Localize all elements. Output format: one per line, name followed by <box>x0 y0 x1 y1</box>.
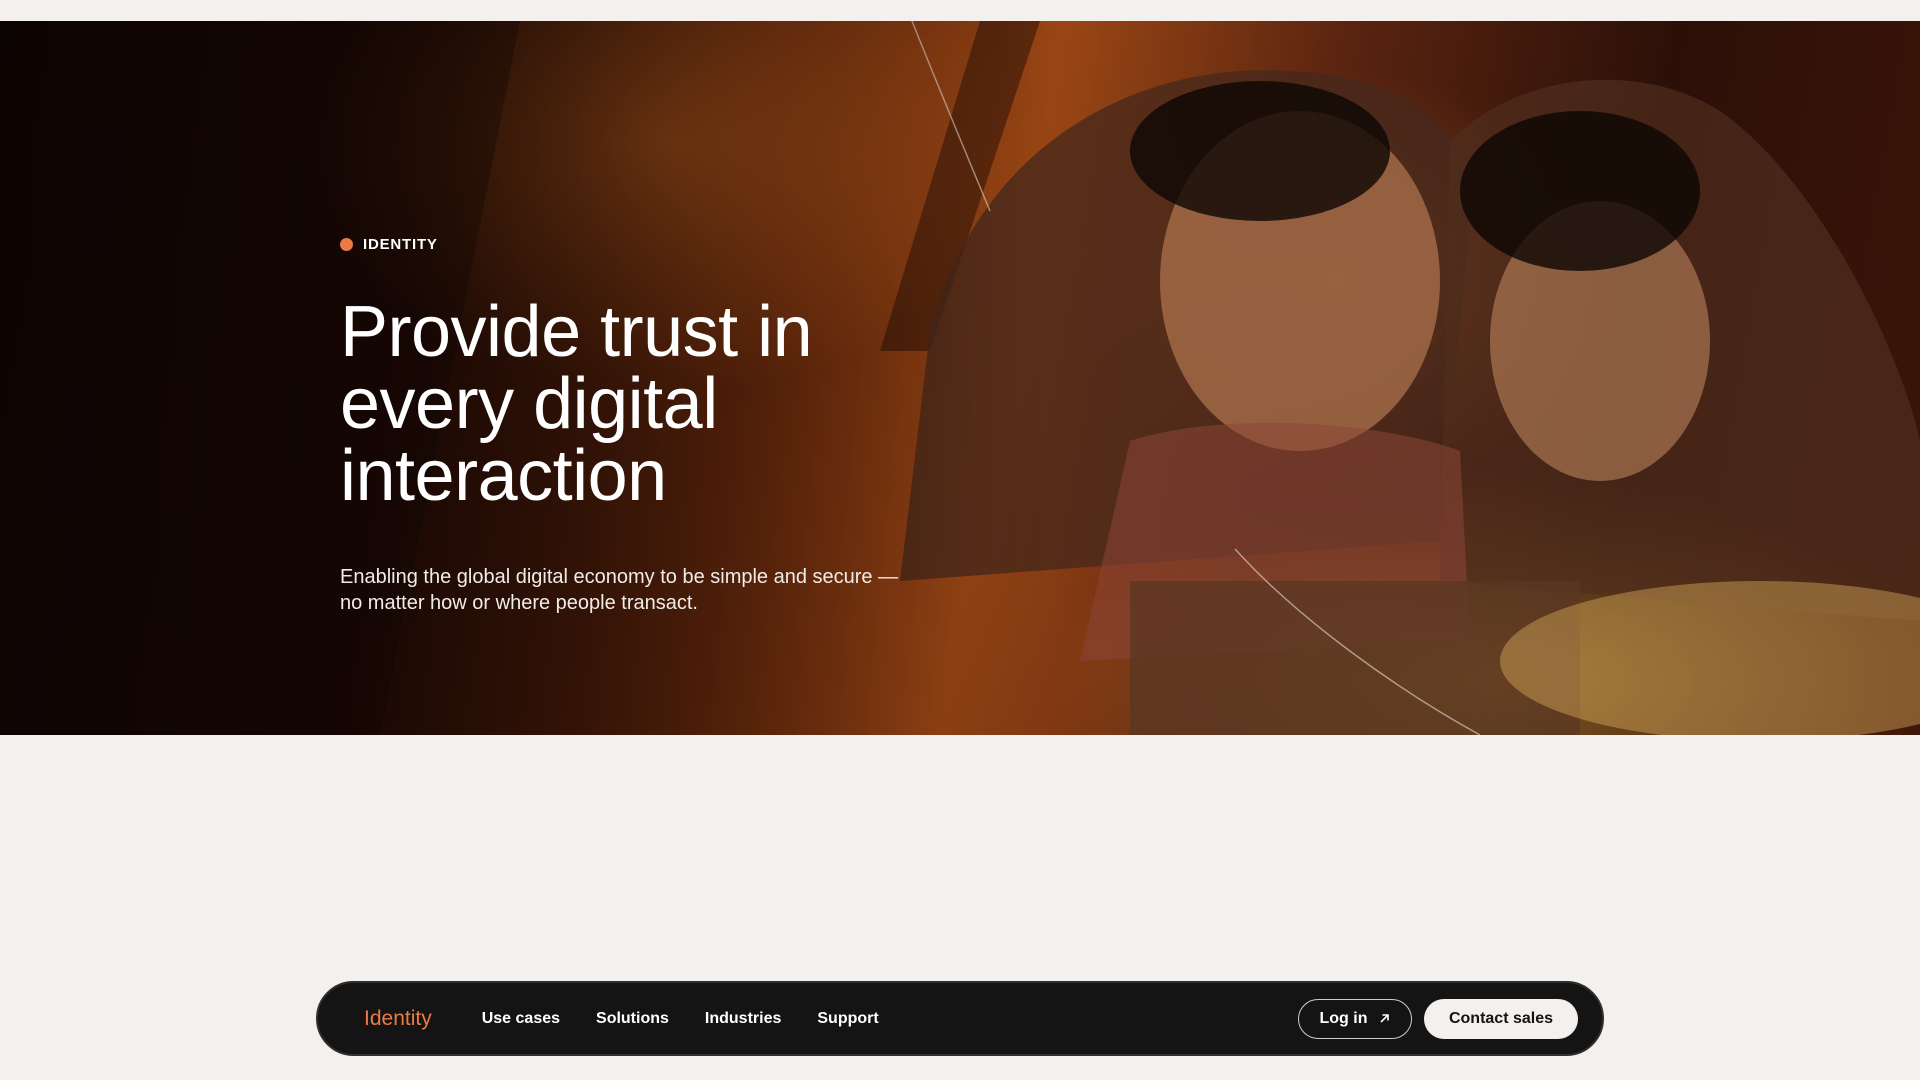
contact-sales-button[interactable]: Contact sales <box>1424 998 1578 1039</box>
hero-subtitle-line: Enabling the global digital economy to b… <box>340 566 899 588</box>
eyebrow: IDENTITY <box>340 236 960 253</box>
nav-link-use-cases[interactable]: Use cases <box>482 1010 560 1028</box>
brand-link[interactable]: Identity <box>364 1007 432 1031</box>
hero-title: Provide trust in every digital interacti… <box>340 296 960 512</box>
dot-icon <box>340 238 353 251</box>
nav-actions: Log in Contact sales <box>1298 998 1578 1039</box>
hero-subtitle-line: no matter how or where people transact. <box>340 592 698 614</box>
eyebrow-label: IDENTITY <box>363 236 438 253</box>
bottom-nav-bar: Identity Use cases Solutions Industries … <box>316 981 1604 1056</box>
login-button[interactable]: Log in <box>1298 998 1412 1039</box>
hero-title-line: every digital <box>340 364 718 444</box>
nav-link-solutions[interactable]: Solutions <box>596 1010 669 1028</box>
arrow-up-right-icon <box>1379 1013 1390 1024</box>
hero-title-line: Provide trust in <box>340 292 813 372</box>
nav-link-industries[interactable]: Industries <box>705 1010 781 1028</box>
hero-shade-overlay <box>0 21 1920 735</box>
nav-links: Use cases Solutions Industries Support <box>482 1010 879 1028</box>
login-label: Log in <box>1319 1009 1368 1027</box>
nav-link-support[interactable]: Support <box>817 1010 878 1028</box>
hero-section: IDENTITY Provide trust in every digital … <box>0 21 1920 735</box>
top-strip <box>0 0 1920 21</box>
hero-title-line: interaction <box>340 436 667 516</box>
hero-content: IDENTITY Provide trust in every digital … <box>340 236 960 616</box>
hero-subtitle: Enabling the global digital economy to b… <box>340 564 960 616</box>
